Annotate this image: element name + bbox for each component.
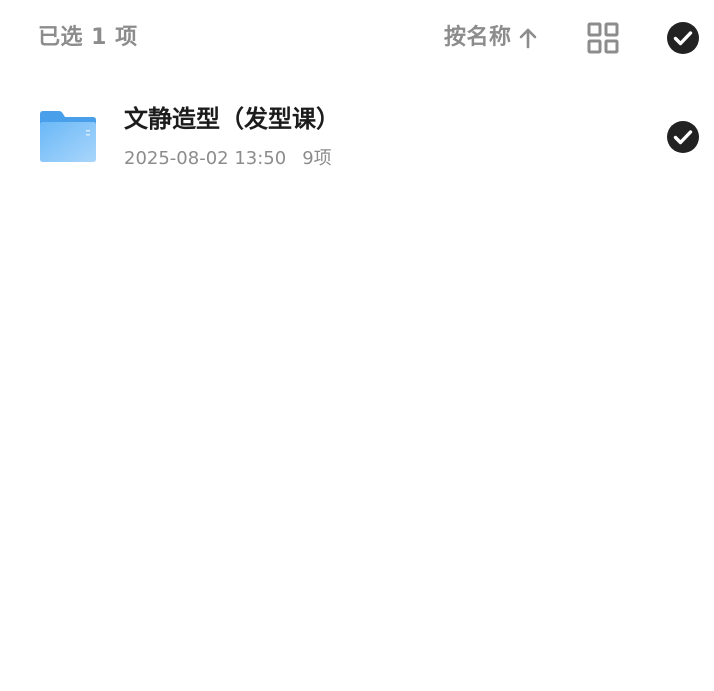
folder-date: 2025-08-02 13:50 [124,148,287,169]
sort-label: 按名称 [444,25,512,50]
select-all-button[interactable] [666,21,700,55]
grid-icon [587,22,619,54]
check-circle-icon [667,22,699,54]
list-item[interactable]: 文静造型（发型课） 2025-08-02 13:50 9项 [0,96,714,180]
sort-by-name-button[interactable]: 按名称 [444,22,538,54]
grid-view-button[interactable] [586,21,620,55]
selection-toolbar: 已选 1 项 按名称 [0,0,714,78]
row-select-checkbox[interactable] [666,120,700,154]
check-circle-icon [667,121,699,153]
folder-meta: 2025-08-02 13:50 9项 [124,146,332,172]
folder-name: 文静造型（发型课） [124,105,340,133]
arrow-up-icon [519,28,536,49]
file-selection-page: 已选 1 项 按名称 文静造型（发型课） 2025-08-02 13:50 9项 [0,0,714,691]
folder-icon [40,111,96,162]
selected-count-label: 已选 1 项 [38,25,138,50]
folder-item-count: 9项 [302,148,332,169]
